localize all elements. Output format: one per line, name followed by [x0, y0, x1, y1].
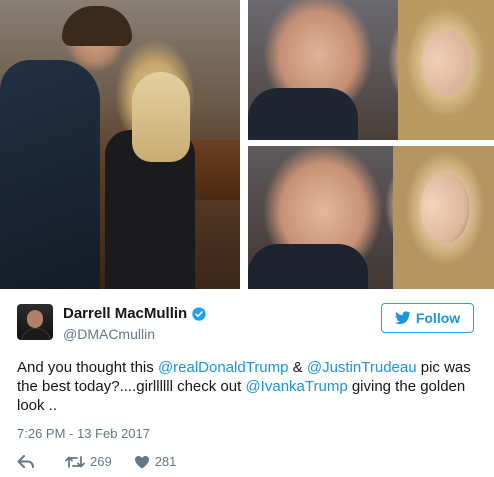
- photo-closeup-bottom[interactable]: [248, 146, 494, 289]
- photo-suit-shape: [248, 244, 368, 289]
- photo-hair-shape: [393, 146, 494, 289]
- avatar-shoulders: [21, 328, 51, 340]
- photo-hair-shape: [132, 72, 190, 162]
- heart-icon: [134, 455, 149, 468]
- twitter-bird-icon: [394, 311, 411, 325]
- tweet-timestamp[interactable]: 7:26 PM - 13 Feb 2017: [17, 426, 150, 441]
- tweet-text-segment: &: [288, 359, 307, 376]
- retweet-button[interactable]: 269: [65, 454, 112, 469]
- mention-link[interactable]: @JustinTrudeau: [307, 359, 417, 376]
- author-name-row: Darrell MacMullin: [63, 305, 207, 322]
- tweet-text-segment: And you thought this: [17, 359, 158, 376]
- photo-meeting-room[interactable]: [0, 0, 240, 289]
- photo-hair-shape: [398, 0, 494, 140]
- follow-button[interactable]: Follow: [381, 303, 474, 333]
- tweet-text: And you thought this @realDonaldTrump & …: [17, 358, 482, 415]
- photo-suit-shape: [0, 60, 100, 289]
- follow-button-label: Follow: [415, 310, 461, 326]
- tweet-media-grid: [0, 0, 494, 290]
- retweet-icon: [65, 455, 85, 468]
- avatar-head: [27, 310, 43, 328]
- verified-badge-icon: [192, 306, 206, 321]
- author-display-name[interactable]: Darrell MacMullin: [63, 305, 187, 322]
- avatar[interactable]: [17, 304, 53, 340]
- photo-hair-shape: [62, 6, 132, 46]
- mention-link[interactable]: @realDonaldTrump: [158, 359, 289, 376]
- reply-button[interactable]: [17, 454, 37, 469]
- mention-link[interactable]: @IvankaTrump: [245, 378, 347, 395]
- like-button[interactable]: 281: [134, 454, 177, 469]
- reply-icon: [17, 454, 34, 468]
- photo-closeup-top[interactable]: [248, 0, 494, 140]
- retweet-count: 269: [90, 454, 112, 469]
- like-count: 281: [154, 454, 177, 469]
- author-handle[interactable]: @DMACmullin: [63, 326, 155, 342]
- tweet-actions: 269 281: [17, 454, 176, 469]
- photo-suit-shape: [248, 88, 358, 140]
